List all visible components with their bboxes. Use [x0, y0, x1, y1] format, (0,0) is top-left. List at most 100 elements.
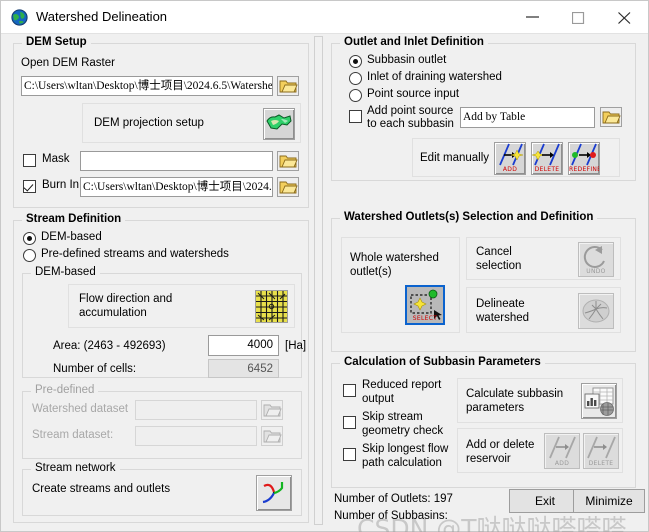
skip-longest-flow-path-checkbox[interactable]	[343, 448, 356, 461]
watershed-delineation-window: Watershed Delineation DEM Setup Open DEM…	[0, 0, 649, 532]
edit-manually-label: Edit manually	[420, 152, 490, 164]
add-point-source-label-line1: Add point source	[367, 105, 454, 117]
minimize-button[interactable]: Minimize	[573, 489, 645, 513]
dem-based-group: DEM-based Flow direction and accumulatio…	[22, 266, 306, 378]
delete-reservoir-caption: DELETE	[588, 460, 614, 467]
add-by-table-browse-button[interactable]	[600, 107, 622, 127]
add-by-table-input[interactable]: Add by Table	[460, 107, 595, 128]
globe-icon	[11, 9, 28, 26]
mask-browse-button[interactable]	[277, 151, 299, 171]
radio-inlet-draining-watershed[interactable]	[349, 72, 362, 85]
number-of-cells-label: Number of cells:	[53, 363, 137, 375]
panel-divider[interactable]	[314, 36, 323, 525]
outlet-inlet-title: Outlet and Inlet Definition	[340, 36, 488, 48]
add-reservoir-icon[interactable]: ADD	[544, 433, 580, 469]
predefined-title: Pre-defined	[31, 384, 99, 396]
stream-dataset-browse-button[interactable]	[261, 426, 283, 446]
watershed-dataset-label: Watershed dataset	[32, 403, 129, 415]
window-close-button[interactable]	[603, 1, 648, 33]
area-unit-label: [Ha]	[285, 340, 307, 352]
stream-dataset-input[interactable]	[135, 426, 257, 446]
radio-point-source-input[interactable]	[349, 89, 362, 102]
calculate-subbasin-label-line2: parameters	[466, 402, 525, 414]
delete-reservoir-icon[interactable]: DELETE	[583, 433, 619, 469]
add-point-source-label-line2: to each subbasin	[367, 118, 454, 130]
flow-grid-icon[interactable]	[255, 290, 288, 323]
calculate-subbasin-tile: Calculate subbasin parameters	[457, 378, 623, 423]
flow-direction-label-line1: Flow direction and	[79, 293, 173, 305]
burn-in-path-input[interactable]: C:\Users\wltan\Desktop\博士项目\2024.6	[80, 177, 273, 197]
burn-in-checkbox[interactable]	[23, 180, 36, 193]
outlet-inlet-group: Outlet and Inlet Definition Subbasin out…	[331, 36, 636, 181]
mask-checkbox[interactable]	[23, 154, 36, 167]
watershed-dataset-input[interactable]	[135, 400, 257, 420]
usa-map-icon[interactable]	[263, 108, 295, 140]
skip-longest-flow-label-line1: Skip longest flow	[362, 443, 449, 455]
subbasin-parameters-title: Calculation of Subbasin Parameters	[340, 356, 545, 368]
radio-predefined-streams-label: Pre-defined streams and watersheds	[41, 248, 229, 260]
reservoir-label-line2: reservoir	[466, 453, 511, 465]
burn-in-browse-button[interactable]	[277, 177, 299, 197]
dem-based-title: DEM-based	[31, 266, 100, 278]
subbasin-parameters-group: Calculation of Subbasin Parameters Reduc…	[331, 356, 636, 488]
watershed-dataset-browse-button[interactable]	[261, 400, 283, 420]
select-outlet-icon[interactable]: SELECT	[405, 285, 445, 325]
dem-setup-title: DEM Setup	[22, 36, 91, 48]
stream-definition-group: Stream Definition DEM-based Pre-defined …	[13, 213, 309, 523]
window-minimize-button[interactable]	[511, 1, 556, 33]
skip-stream-label-line1: Skip stream	[362, 411, 423, 423]
number-of-outlets-status: Number of Outlets: 197	[334, 493, 453, 505]
undo-caption: UNDO	[586, 268, 606, 275]
window-title: Watershed Delineation	[36, 9, 168, 24]
radio-dem-based-label: DEM-based	[41, 231, 102, 243]
whole-watershed-outlet-tile: Whole watershed outlet(s) SELECT	[341, 237, 460, 333]
radio-inlet-draining-watershed-label: Inlet of draining watershed	[367, 71, 502, 83]
select-caption: SELECT	[412, 315, 438, 322]
undo-arrow-icon[interactable]: UNDO	[578, 242, 614, 277]
cancel-selection-label-line2: selection	[476, 260, 522, 272]
skip-stream-label-line2: geometry check	[362, 425, 444, 437]
area-label: Area: (2463 - 492693)	[53, 340, 166, 352]
exit-button[interactable]: Exit	[509, 489, 581, 513]
dem-setup-group: DEM Setup Open DEM Raster C:\Users\wltan…	[13, 36, 309, 208]
watershed-outlets-title: Watershed Outlets(s) Selection and Defin…	[340, 211, 598, 223]
area-threshold-input[interactable]: 4000	[208, 335, 279, 356]
delete-outlet-icon[interactable]: DELETE	[531, 142, 563, 175]
window-maximize-button[interactable]	[557, 1, 602, 33]
radio-subbasin-outlet-label: Subbasin outlet	[367, 54, 447, 66]
flow-direction-label-line2: accumulation	[79, 307, 147, 319]
dem-raster-browse-button[interactable]	[277, 76, 299, 96]
radio-predefined-streams[interactable]	[23, 249, 36, 262]
reduced-report-label-line2: output	[362, 393, 394, 405]
reduced-report-label-line1: Reduced report	[362, 379, 442, 391]
stream-network-group: Stream network Create streams and outlet…	[22, 462, 302, 516]
dem-raster-path-input[interactable]: C:\Users\wltan\Desktop\博士项目\2024.6.5\Wat…	[21, 76, 273, 96]
reservoir-label-line1: Add or delete	[466, 439, 535, 451]
number-of-subbasins-status: Number of Subbasins:	[334, 510, 448, 522]
radio-subbasin-outlet[interactable]	[349, 55, 362, 68]
predefined-group: Pre-defined Watershed dataset Stream dat…	[22, 384, 302, 459]
title-bar: Watershed Delineation	[1, 1, 648, 34]
whole-watershed-label-line1: Whole watershed	[350, 252, 439, 264]
add-point-source-checkbox[interactable]	[349, 110, 362, 123]
stream-definition-title: Stream Definition	[22, 213, 126, 225]
mask-path-input[interactable]	[80, 151, 273, 171]
skip-longest-flow-label-line2: path calculation	[362, 457, 442, 469]
stream-dataset-label: Stream dataset:	[32, 429, 114, 441]
cancel-selection-label-line1: Cancel	[476, 246, 512, 258]
add-outlet-icon[interactable]: ADD	[494, 142, 526, 175]
radio-dem-based[interactable]	[23, 232, 36, 245]
redefine-outlet-caption: REDEFINE	[569, 166, 600, 173]
radio-point-source-input-label: Point source input	[367, 88, 460, 100]
open-dem-raster-label: Open DEM Raster	[21, 57, 115, 69]
mask-label: Mask	[42, 153, 70, 165]
stream-network-icon[interactable]	[256, 475, 292, 511]
watershed-leaf-icon[interactable]	[578, 293, 614, 329]
skip-stream-geometry-checkbox[interactable]	[343, 416, 356, 429]
dialog-client-area: DEM Setup Open DEM Raster C:\Users\wltan…	[1, 34, 648, 532]
report-table-icon[interactable]	[581, 383, 617, 419]
redefine-outlet-icon[interactable]: REDEFINE	[568, 142, 600, 175]
whole-watershed-label-line2: outlet(s)	[350, 266, 392, 278]
add-outlet-caption: ADD	[502, 166, 518, 173]
reduced-report-output-checkbox[interactable]	[343, 384, 356, 397]
